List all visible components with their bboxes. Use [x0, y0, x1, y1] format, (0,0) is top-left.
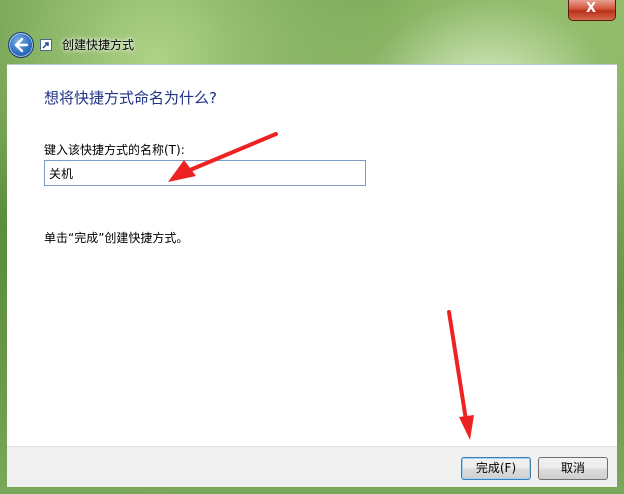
shortcut-name-input[interactable]: [44, 160, 366, 186]
instruction-text: 单击“完成”创建快捷方式。: [44, 231, 189, 245]
cancel-button[interactable]: 取消: [538, 457, 608, 480]
back-button[interactable]: [8, 32, 34, 58]
wizard-content: 想将快捷方式命名为什么? 键入该快捷方式的名称(T): 单击“完成”创建快捷方式…: [7, 64, 617, 447]
name-field-label: 键入该快捷方式的名称(T):: [44, 143, 185, 157]
window-frame: 创建快捷方式 X 想将快捷方式命名为什么? 键入该快捷方式的名称(T): 单击“…: [0, 0, 624, 494]
button-bar: 完成(F) 取消: [7, 446, 617, 487]
window-title: 创建快捷方式: [62, 38, 135, 52]
close-icon: X: [586, 1, 597, 16]
close-button[interactable]: X: [568, 0, 616, 21]
page-title: 想将快捷方式命名为什么?: [44, 89, 217, 107]
title-bar: 创建快捷方式 X: [0, 0, 624, 64]
shortcut-icon: [40, 39, 52, 51]
finish-button[interactable]: 完成(F): [461, 457, 531, 480]
back-arrow-icon: [14, 37, 29, 53]
